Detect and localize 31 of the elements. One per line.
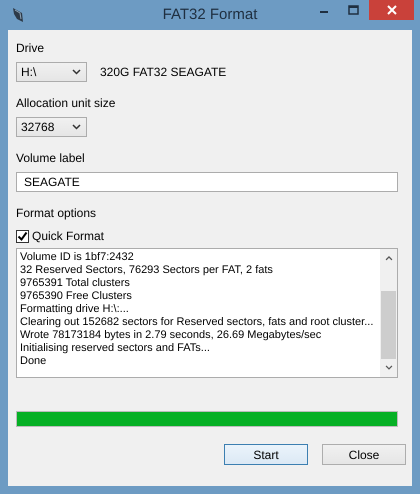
log-line: 32 Reserved Sectors, 76293 Sectors per FAT, 2 fats <box>20 264 273 277</box>
field-label: Volume label <box>16 151 86 166</box>
scroll-up-icon[interactable] <box>384 255 392 261</box>
scrollbar[interactable] <box>380 249 397 377</box>
dropdown[interactable]: 32768 <box>16 117 87 137</box>
dropdown[interactable]: H:\ <box>16 62 87 82</box>
log-line: Initialising reserved sectors and FATs... <box>20 342 210 355</box>
log-line: Volume ID is 1bf7:2432 <box>20 251 134 264</box>
section-label: Format options <box>16 206 98 221</box>
dialog-button[interactable]: Close <box>322 444 406 465</box>
close-icon <box>386 5 396 15</box>
log-line: Wrote 78173184 bytes in 2.79 seconds, 26.69 Megabytes/sec <box>20 329 322 342</box>
close-button[interactable] <box>369 0 414 20</box>
log-line: 9765390 Free Clusters <box>20 290 132 303</box>
log-line: 9765391 Total clusters <box>20 277 130 290</box>
field-label: Allocation unit size <box>16 96 116 111</box>
dialog-button[interactable]: Start <box>224 444 308 465</box>
maximize-icon <box>348 5 358 15</box>
chevron-down-icon <box>72 124 81 130</box>
chevron-down-icon <box>72 69 81 75</box>
scroll-down-icon[interactable] <box>384 365 392 372</box>
drive-info: 320G FAT32 SEAGATE <box>100 65 226 79</box>
log-line: Formatting drive H:\:... <box>20 303 129 316</box>
log-line: Clearing out 152682 sectors for Reserved sectors, fats and root cluster... <box>20 316 374 329</box>
field-label: Drive <box>16 41 46 56</box>
checkbox-label[interactable]: Quick Format <box>32 229 104 243</box>
volume-label-field[interactable]: SEAGATE <box>16 172 398 192</box>
window-title: FAT32 Format <box>162 6 258 23</box>
log-line: Done <box>20 355 46 368</box>
checkbox[interactable] <box>16 230 29 242</box>
app-icon <box>12 7 24 23</box>
